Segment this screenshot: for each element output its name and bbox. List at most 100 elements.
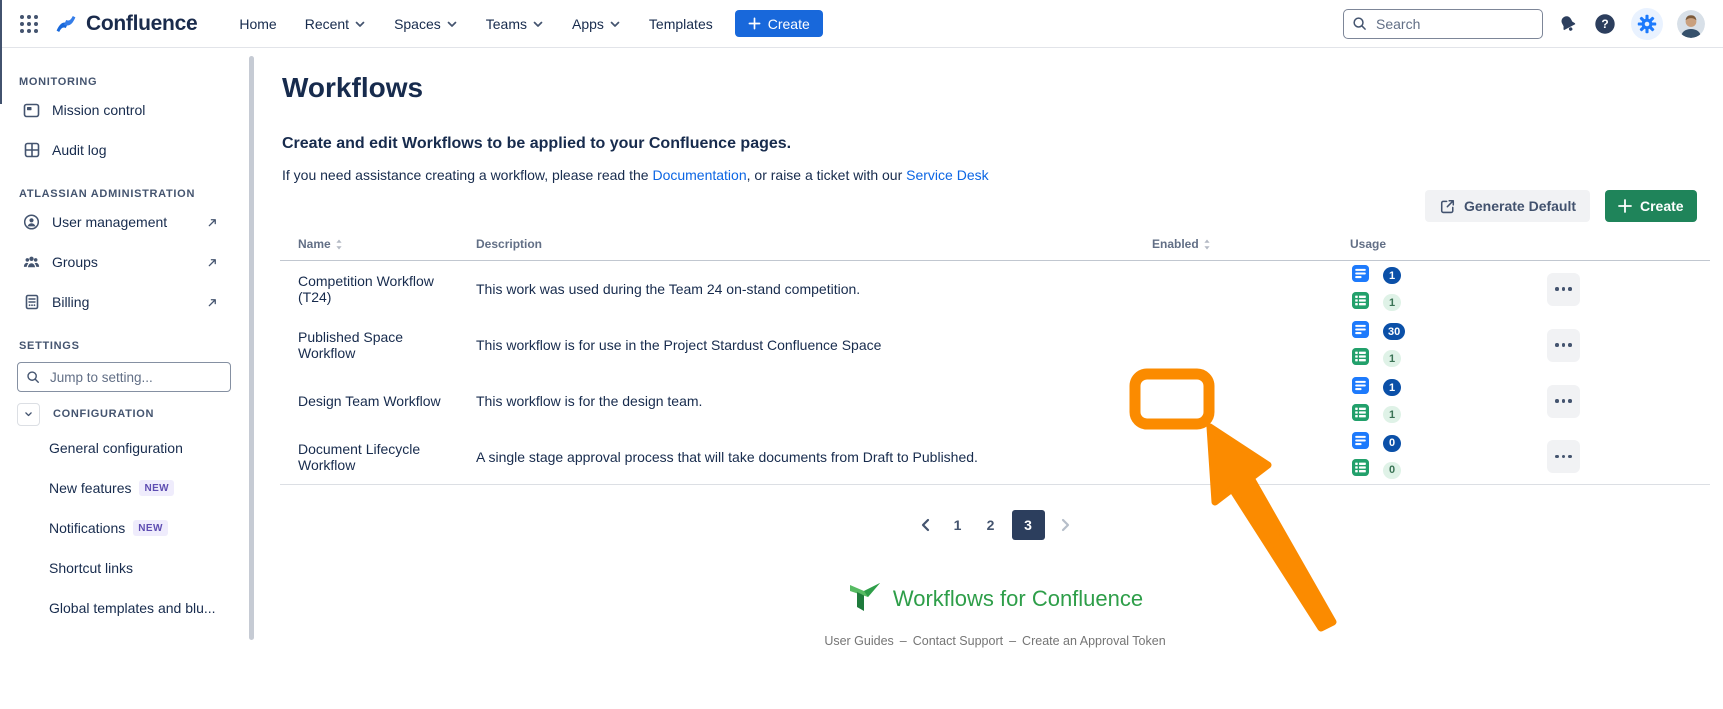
nav-apps[interactable]: Apps — [572, 16, 621, 32]
sidebar-item-mission-control[interactable]: Mission control — [18, 90, 220, 130]
pages-icon — [1352, 377, 1369, 399]
column-header-name[interactable]: Name — [280, 237, 458, 251]
pagination-prev-button[interactable] — [913, 510, 937, 540]
tables-icon — [1352, 292, 1369, 314]
jump-to-setting-input[interactable] — [48, 369, 208, 386]
sort-icon — [1203, 239, 1211, 250]
workflow-row: Published Space Workflow This workflow i… — [280, 317, 1710, 373]
chevron-down-icon — [24, 408, 33, 420]
search-icon — [1352, 16, 1367, 31]
chevron-right-icon — [1061, 518, 1071, 532]
chevron-left-icon — [920, 518, 930, 532]
table-header-row: Name Description Enabled Usage — [280, 228, 1710, 261]
nav-spaces[interactable]: Spaces — [394, 16, 458, 32]
check-icon — [1161, 396, 1170, 404]
create-workflow-button[interactable]: Create — [1605, 190, 1697, 222]
column-header-usage: Usage — [1332, 237, 1529, 251]
workflows-app-logo-icon — [847, 578, 883, 619]
pagination-page-3-current[interactable]: 3 — [1012, 510, 1045, 540]
section-title-atlassian-administration: ATLASSIAN ADMINISTRATION — [19, 188, 256, 200]
page-subtitle: Create and edit Workflows to be applied … — [282, 135, 989, 153]
nav-recent[interactable]: Recent — [305, 16, 366, 32]
nav-templates[interactable]: Templates — [649, 16, 713, 32]
nav-teams[interactable]: Teams — [486, 16, 544, 32]
sidebar-item-new-features[interactable]: New features NEW — [18, 468, 256, 508]
section-title-settings: SETTINGS — [19, 340, 256, 352]
user-avatar[interactable] — [1677, 10, 1705, 38]
admin-sidebar: MONITORING Mission control Audit log ATL… — [0, 48, 256, 709]
chevron-down-icon — [446, 18, 458, 30]
pages-icon — [1352, 432, 1369, 454]
search-input[interactable] — [1374, 15, 1514, 33]
tables-count-badge: 1 — [1383, 350, 1401, 367]
sidebar-item-shortcut-links[interactable]: Shortcut links — [18, 548, 256, 588]
pagination: 1 2 3 — [280, 510, 1710, 540]
nav-home[interactable]: Home — [239, 16, 276, 32]
confluence-logo-icon[interactable] — [54, 12, 78, 36]
tables-count-badge: 1 — [1383, 406, 1401, 423]
user-guides-link[interactable]: User Guides — [824, 634, 893, 648]
new-badge: NEW — [139, 480, 174, 496]
help-icon[interactable]: ? — [1593, 12, 1617, 36]
tables-icon — [1352, 348, 1369, 370]
pagination-next-button[interactable] — [1054, 510, 1078, 540]
sidebar-item-billing[interactable]: Billing — [18, 282, 220, 322]
workflow-name: Competition Workflow (T24) — [280, 273, 458, 305]
plus-icon — [748, 17, 761, 30]
sidebar-scrollbar[interactable] — [249, 56, 254, 640]
collapse-configuration-button[interactable] — [17, 403, 40, 426]
workflow-name: Design Team Workflow — [280, 393, 458, 409]
top-navigation-bar: Confluence Home Recent Spaces Teams Apps… — [0, 0, 1723, 48]
settings-gear-icon[interactable] — [1631, 8, 1663, 40]
pages-icon — [1352, 265, 1369, 287]
sidebar-item-groups[interactable]: Groups — [18, 242, 220, 282]
chevron-down-icon — [532, 18, 544, 30]
pagination-page-1[interactable]: 1 — [946, 510, 970, 540]
window-edge — [0, 0, 2, 104]
documentation-link[interactable]: Documentation — [652, 167, 746, 183]
contact-support-link[interactable]: Contact Support — [913, 634, 1003, 648]
external-link-icon — [207, 217, 218, 228]
workflow-description: This work was used during the Team 24 on… — [458, 281, 1134, 297]
notifications-bell-icon[interactable] — [1557, 13, 1579, 35]
generate-default-button[interactable]: Generate Default — [1425, 190, 1590, 222]
column-header-enabled[interactable]: Enabled — [1134, 237, 1332, 251]
sidebar-item-user-management[interactable]: User management — [18, 202, 220, 242]
help-text: If you need assistance creating a workfl… — [282, 167, 989, 183]
workflow-row: Document Lifecycle Workflow A single sta… — [280, 429, 1710, 485]
global-create-button[interactable]: Create — [735, 10, 823, 37]
sidebar-item-audit-log[interactable]: Audit log — [18, 130, 220, 170]
row-actions-menu-button[interactable] — [1547, 273, 1580, 306]
approval-token-link[interactable]: Create an Approval Token — [1022, 634, 1166, 648]
check-icon — [1161, 284, 1170, 292]
app-switcher-icon[interactable] — [16, 11, 42, 37]
global-search[interactable] — [1343, 9, 1543, 39]
row-actions-menu-button[interactable] — [1547, 385, 1580, 418]
pagination-page-2[interactable]: 2 — [979, 510, 1003, 540]
jump-to-setting-search[interactable] — [17, 362, 231, 392]
service-desk-link[interactable]: Service Desk — [906, 167, 988, 183]
row-actions-menu-button[interactable] — [1547, 440, 1580, 473]
workflow-description: This workflow is for use in the Project … — [458, 337, 1134, 353]
check-icon — [1161, 340, 1170, 348]
primary-nav: Home Recent Spaces Teams Apps Templates — [239, 16, 712, 32]
pages-count-badge: 30 — [1383, 323, 1405, 340]
audit-log-icon — [23, 142, 40, 159]
workflow-description: A single stage approval process that wil… — [458, 449, 1134, 465]
pages-count-badge: 0 — [1383, 435, 1401, 452]
billing-icon — [23, 294, 40, 311]
search-icon — [26, 370, 40, 384]
configuration-group-label: CONFIGURATION — [53, 408, 154, 420]
external-link-icon — [207, 297, 218, 308]
sidebar-item-general-configuration[interactable]: General configuration — [18, 428, 256, 468]
sidebar-item-notifications[interactable]: Notifications NEW — [18, 508, 256, 548]
app-footer: Workflows for Confluence User Guides–Con… — [280, 578, 1710, 648]
new-badge: NEW — [133, 520, 168, 536]
row-actions-menu-button[interactable] — [1547, 329, 1580, 362]
sidebar-item-global-templates[interactable]: Global templates and blu... — [18, 588, 256, 628]
tables-count-badge: 1 — [1383, 294, 1401, 311]
user-icon — [23, 214, 40, 231]
section-title-monitoring: MONITORING — [19, 76, 256, 88]
svg-text:?: ? — [1601, 17, 1608, 31]
plus-icon — [1618, 199, 1632, 213]
